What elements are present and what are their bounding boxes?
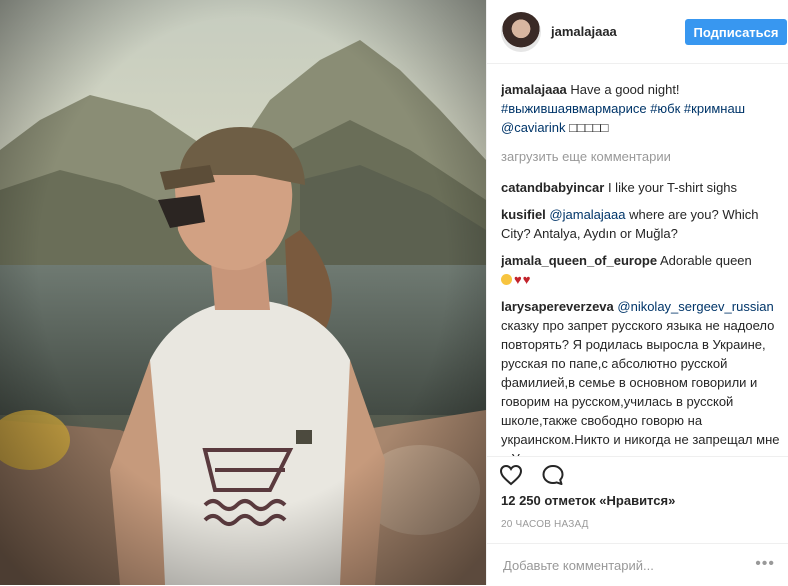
- load-more-comments-link[interactable]: загрузить еще комментарии: [501, 147, 781, 166]
- photo-illustration: [0, 0, 486, 585]
- caption: jamalajaaa Have a good night! #выжившаяв…: [501, 80, 781, 137]
- comment-text: I like your T-shirt sighs: [607, 180, 738, 195]
- comments-list: jamalajaaa Have a good night! #выжившаяв…: [501, 80, 781, 456]
- actions-bar: 12 250 отметок «Нравится» 20 ЧАСОВ НАЗАД…: [487, 456, 788, 585]
- caption-trailing-symbols: □□□□□: [569, 120, 609, 135]
- comment-username[interactable]: kusifiel: [501, 207, 546, 222]
- post-sidebar: jamalajaaa Подписаться jamalajaaa Have a…: [486, 0, 788, 585]
- instagram-post: jamalajaaa Подписаться jamalajaaa Have a…: [0, 0, 788, 585]
- comment-mention[interactable]: @nikolay_sergeev_russian: [617, 299, 773, 314]
- post-photo[interactable]: [0, 0, 486, 585]
- follow-button[interactable]: Подписаться: [685, 19, 787, 45]
- comment-item: larysapereverzeva @nikolay_sergeev_russi…: [501, 297, 781, 456]
- caption-text: Have a good night!: [570, 82, 680, 97]
- add-comment-input[interactable]: [501, 557, 755, 574]
- comment-text: сказку про запрет русского языка не надо…: [501, 318, 780, 456]
- comment-mention[interactable]: @jamalajaaa: [549, 207, 625, 222]
- more-dots-icon[interactable]: •••: [755, 556, 775, 572]
- speech-bubble-icon[interactable]: [541, 463, 565, 487]
- comment-item: kusifiel @jamalajaaa where are you? Whic…: [501, 205, 781, 243]
- post-header: jamalajaaa Подписаться: [487, 0, 788, 64]
- header-username[interactable]: jamalajaaa: [551, 24, 617, 39]
- likes-count[interactable]: 12 250 отметок «Нравится»: [501, 493, 675, 508]
- comment-username[interactable]: catandbabyincar: [501, 180, 604, 195]
- caption-username[interactable]: jamalajaaa: [501, 82, 567, 97]
- comment-item: catandbabyincar I like your T-shirt sigh…: [501, 178, 781, 197]
- comment-username[interactable]: jamala_queen_of_europe: [501, 253, 657, 268]
- post-timestamp[interactable]: 20 ЧАСОВ НАЗАД: [501, 519, 589, 530]
- caption-hashtags[interactable]: #выжившаявмармарисе #юбк #кримнаш: [501, 101, 745, 116]
- heart-outline-icon[interactable]: [499, 463, 523, 487]
- comment-text: Adorable queen: [659, 253, 752, 268]
- add-comment-section: •••: [487, 543, 788, 586]
- smiley-emoji-icon: [501, 274, 512, 285]
- heart-emoji-icons: ♥♥: [514, 272, 532, 287]
- caption-mention[interactable]: @caviarink: [501, 120, 566, 135]
- comment-username[interactable]: larysapereverzeva: [501, 299, 614, 314]
- comment-item: jamala_queen_of_europe Adorable queen ♥♥: [501, 251, 781, 289]
- avatar[interactable]: [501, 12, 541, 52]
